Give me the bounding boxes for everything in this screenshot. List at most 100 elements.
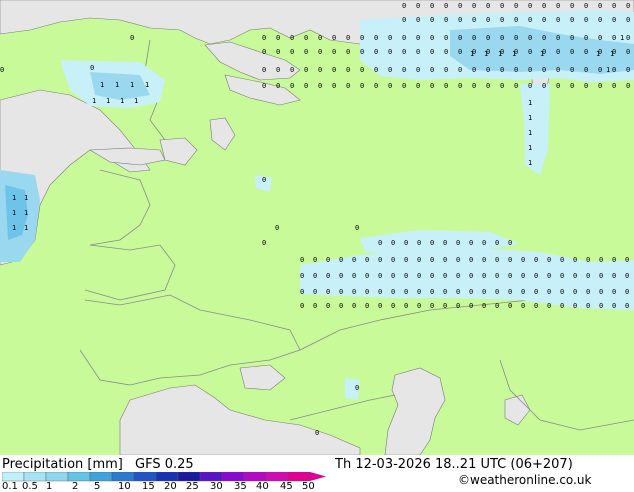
grid-value: 0: [598, 34, 602, 42]
grid-value: 0: [458, 48, 462, 56]
grid-value: 0: [598, 82, 602, 90]
grid-value: 1: [528, 144, 532, 152]
grid-value: 0: [599, 256, 603, 264]
grid-value: 0: [430, 48, 434, 56]
grid-value: 0: [521, 288, 525, 296]
precip-title: Precipitation [mm] GFS 0.25: [2, 457, 194, 472]
grid-value: 0: [469, 272, 473, 280]
grid-value: 0: [402, 2, 406, 10]
grid-value: 0: [332, 82, 336, 90]
grid-value: 0: [469, 239, 473, 247]
grid-value: 0: [534, 272, 538, 280]
grid-value: 1: [620, 34, 624, 42]
grid-value: 0: [443, 288, 447, 296]
precip-title-text: Precipitation [mm]: [2, 457, 123, 472]
grid-value: 0: [528, 16, 532, 24]
grid-value: 0: [508, 239, 512, 247]
grid-value: 0: [0, 66, 4, 74]
grid-value: 0: [542, 16, 546, 24]
grid-value: 0: [378, 239, 382, 247]
grid-value: 0: [612, 302, 616, 310]
grid-value: 0: [625, 302, 629, 310]
grid-value: 0: [514, 2, 518, 10]
grid-value: 0: [290, 34, 294, 42]
grid-value: 1: [512, 50, 516, 58]
grid-value: 0: [443, 256, 447, 264]
map-stage: 0 0 0 0 0 0 0 0 0 0 0 0 0 0 0 0 0 0 0 0 0 0 0 0 0 0 0 0 0 0 0 0 0 0 0 0 0 0 0 0…: [0, 0, 634, 492]
grid-value: 0: [391, 302, 395, 310]
grid-value: 0: [262, 176, 266, 184]
grid-value: 0: [472, 82, 476, 90]
grid-value: 0: [556, 34, 560, 42]
grid-value: 0: [528, 2, 532, 10]
grid-value: 1: [100, 81, 104, 89]
grid-value: 0: [276, 66, 280, 74]
grid-value: 0: [404, 256, 408, 264]
grid-value: 0: [586, 302, 590, 310]
grid-value: 0: [430, 34, 434, 42]
grid-value: 0: [514, 82, 518, 90]
grid-value: 0: [360, 48, 364, 56]
grid-value: 1: [606, 66, 610, 74]
grid-value: 0: [404, 302, 408, 310]
grid-value: 0: [304, 34, 308, 42]
grid-value: 0: [458, 34, 462, 42]
grid-value: 0: [402, 82, 406, 90]
grid-value: 1: [484, 50, 488, 58]
grid-value: 0: [482, 256, 486, 264]
grid-value: 0: [430, 256, 434, 264]
grid-value: 1: [106, 97, 110, 105]
grid-value: 0: [346, 48, 350, 56]
grid-value: 0: [388, 34, 392, 42]
grid-value: 0: [417, 302, 421, 310]
grid-value: 0: [560, 288, 564, 296]
grid-value: 0: [599, 302, 603, 310]
grid-value: 0: [130, 34, 134, 42]
grid-value: 0: [402, 48, 406, 56]
grid-value: 0: [599, 272, 603, 280]
grid-value: 0: [430, 66, 434, 74]
grid-value: 0: [528, 66, 532, 74]
grid-value: 0: [391, 272, 395, 280]
grid-value: 0: [339, 288, 343, 296]
legend-tick-label: 0.5: [22, 481, 38, 492]
grid-value: 0: [626, 16, 630, 24]
grid-value: 0: [352, 302, 356, 310]
grid-value: 0: [514, 34, 518, 42]
grid-value: 0: [626, 2, 630, 10]
grid-value: 0: [598, 2, 602, 10]
grid-value: 0: [521, 256, 525, 264]
grid-value: 0: [508, 288, 512, 296]
legend-tick-label: 0.1: [2, 481, 18, 492]
grid-value: 0: [486, 34, 490, 42]
grid-value: 0: [444, 34, 448, 42]
grid-value: 0: [482, 288, 486, 296]
legend-swatch: [67, 472, 91, 482]
grid-value: 0: [318, 66, 322, 74]
grid-value: 0: [346, 82, 350, 90]
grid-value: 0: [472, 2, 476, 10]
legend-swatch: [265, 472, 289, 482]
grid-value: 0: [626, 48, 630, 56]
grid-value: 1: [610, 50, 614, 58]
grid-value: 0: [304, 66, 308, 74]
grid-value: 0: [472, 16, 476, 24]
grid-value: 0: [290, 66, 294, 74]
grid-value: 0: [495, 256, 499, 264]
grid-value: 0: [486, 82, 490, 90]
grid-value: 0: [378, 302, 382, 310]
grid-value: 0: [469, 256, 473, 264]
grid-value: 0: [472, 66, 476, 74]
grid-value: 1: [24, 209, 28, 217]
grid-value: 1: [115, 81, 119, 89]
grid-value: 0: [584, 82, 588, 90]
grid-value: 0: [262, 34, 266, 42]
grid-value: 0: [508, 256, 512, 264]
legend-tick-label: 35: [234, 481, 247, 492]
grid-value: 0: [339, 256, 343, 264]
grid-value: 0: [430, 82, 434, 90]
grid-value: 0: [365, 302, 369, 310]
legend-tick-label: 50: [302, 481, 315, 492]
grid-value: 0: [482, 272, 486, 280]
credit-link[interactable]: ©weatheronline.co.uk: [458, 473, 591, 487]
